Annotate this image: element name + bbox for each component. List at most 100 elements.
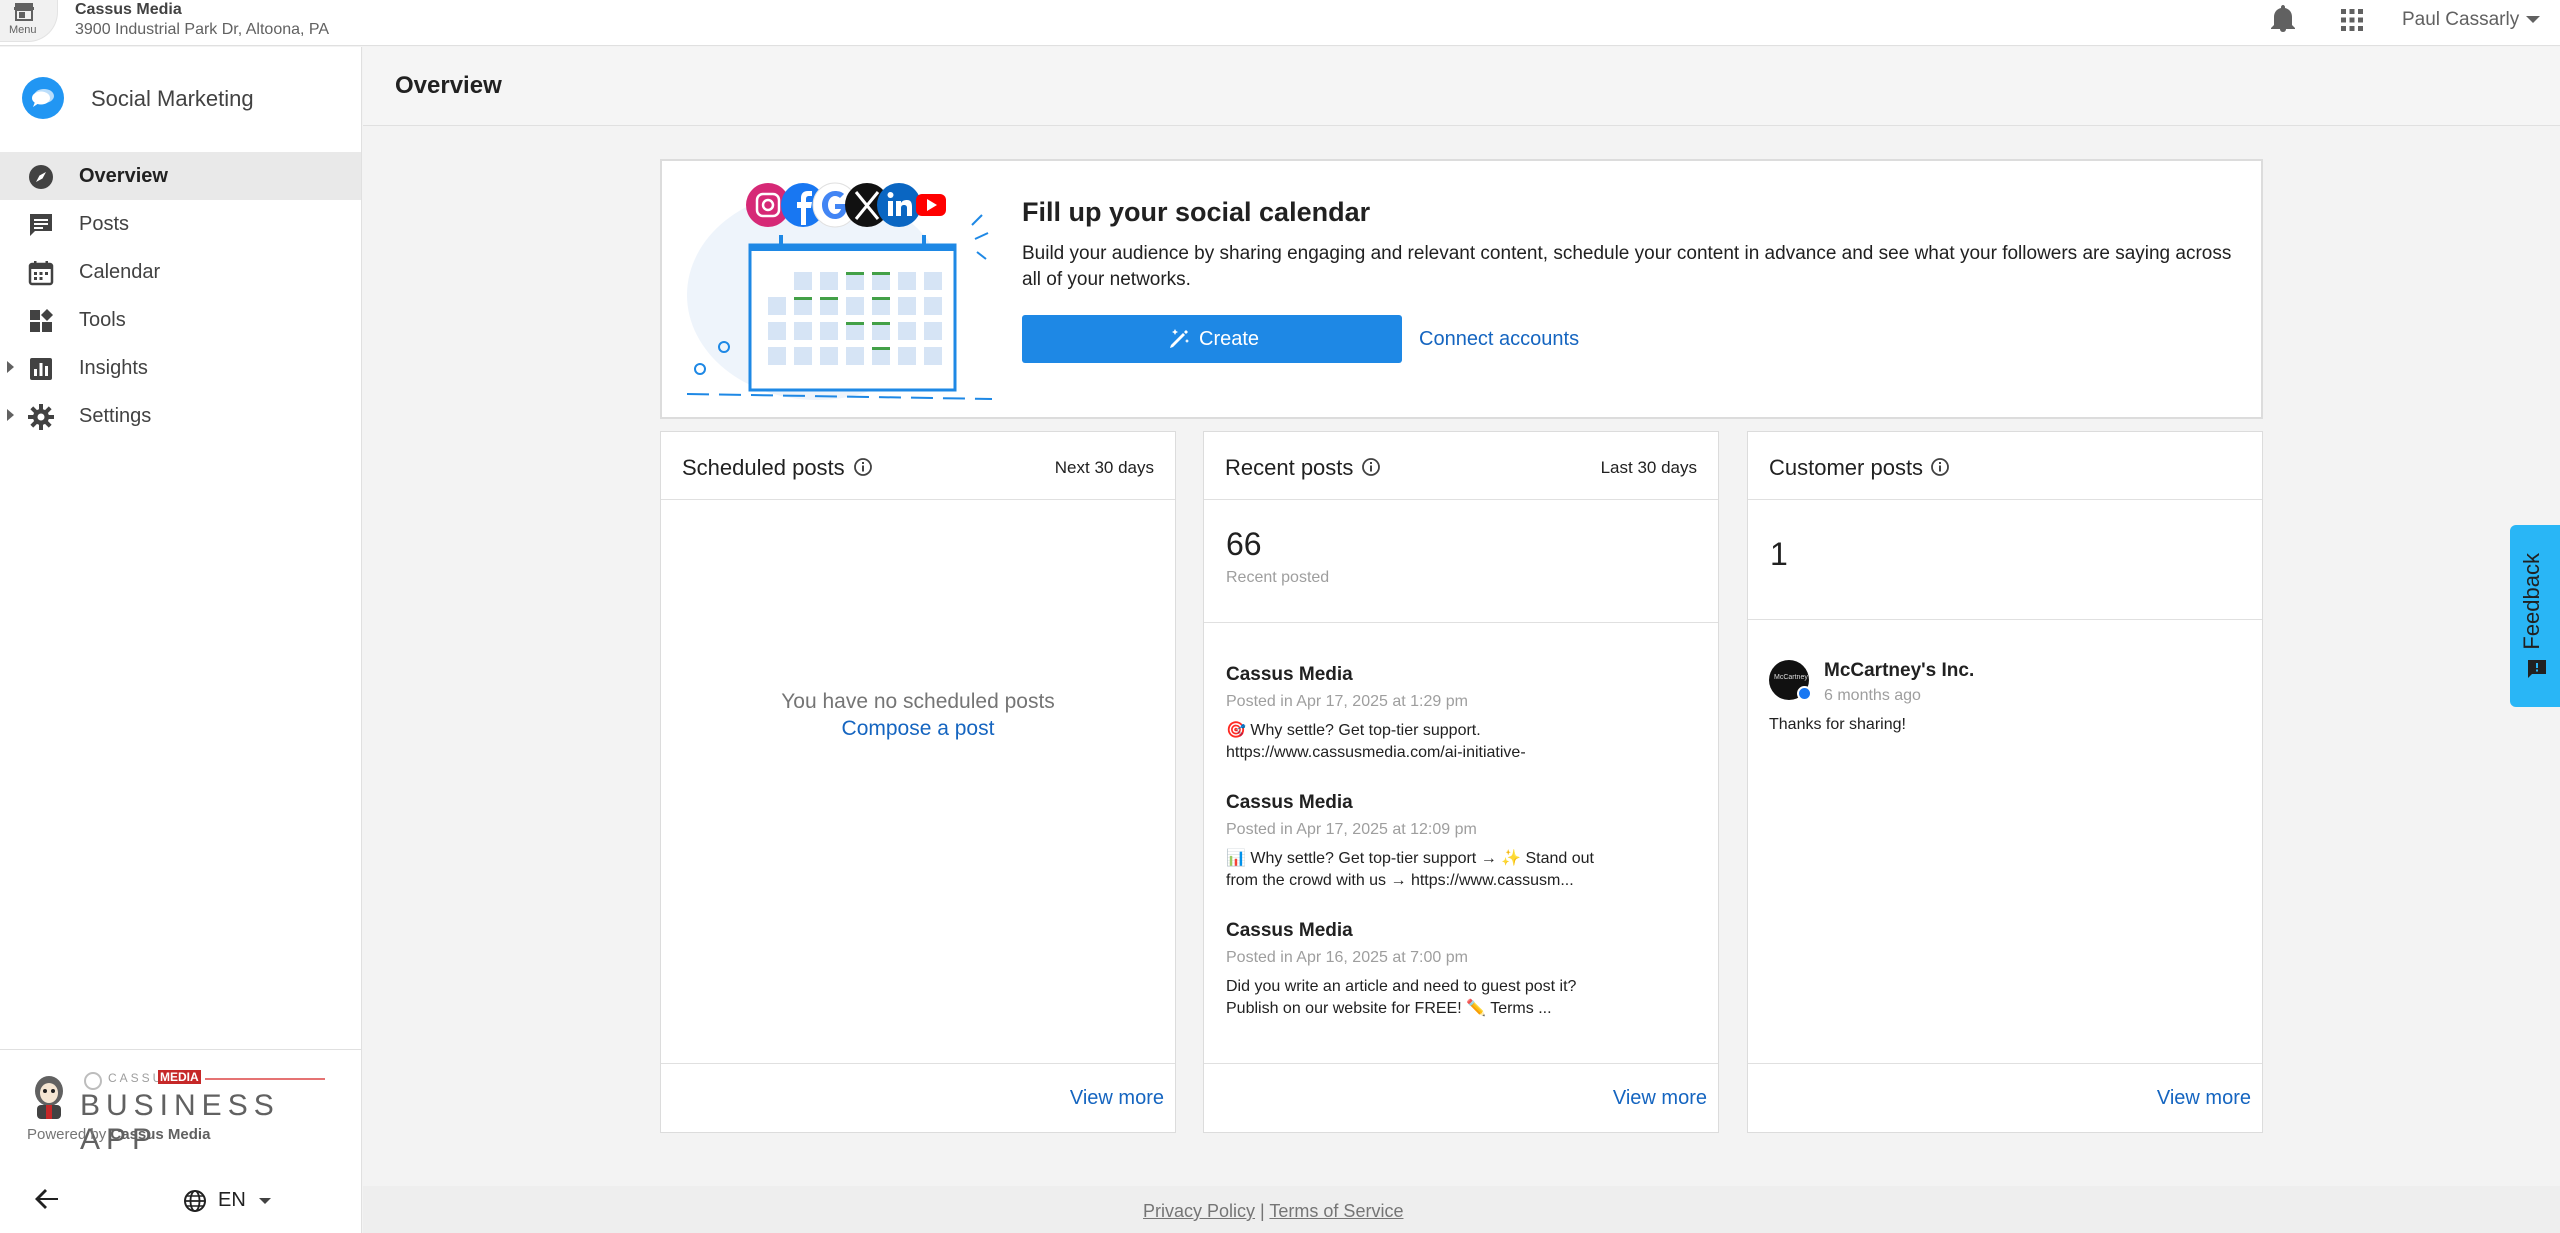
post-author: Cassus Media (1226, 792, 1353, 813)
sidebar-item-label: Tools (79, 309, 126, 331)
sidebar: Social Marketing Overview Posts Calendar (0, 47, 362, 1233)
post-text: Did you write an article and need to gue… (1226, 978, 1577, 1017)
avatar: McCartney (1769, 660, 1812, 701)
feedback-icon (2528, 660, 2546, 678)
customer-posts-count: 1 (1770, 536, 1788, 572)
apps-grid-icon[interactable] (2340, 8, 2364, 32)
customer-posts-footer: View more (1748, 1063, 2262, 1132)
user-menu-caret-icon[interactable] (2526, 16, 2540, 23)
customer-posts-header: Customer posts (1748, 432, 2262, 500)
sidebar-item-label: Calendar (79, 261, 161, 283)
scheduled-posts-title: Scheduled posts (682, 455, 845, 480)
scheduled-posts-header: Scheduled posts Next 30 days (661, 432, 1175, 500)
sidebar-item-tools[interactable]: Tools (0, 296, 361, 344)
expand-caret-icon[interactable] (7, 409, 14, 421)
hero-title: Fill up your social calendar (1022, 197, 1371, 227)
recent-posts-range: Last 30 days (1600, 458, 1697, 477)
privacy-policy-link[interactable]: Privacy Policy (1143, 1201, 1255, 1221)
business-address: 3900 Industrial Park Dr, Altoona, PA (75, 21, 330, 38)
expand-caret-icon[interactable] (7, 361, 14, 373)
bar-chart-icon (30, 358, 52, 380)
scheduled-posts-range: Next 30 days (1054, 458, 1154, 477)
view-more-link[interactable]: View more (1613, 1087, 1707, 1110)
post-author: Cassus Media (1226, 664, 1353, 685)
chat-icon (30, 214, 52, 236)
store-icon (14, 3, 34, 21)
customer-post-author: McCartney's Inc. (1824, 660, 1975, 681)
create-button-label: Create (1199, 328, 1260, 350)
user-menu[interactable]: Paul Cassarly (2402, 9, 2519, 31)
sidebar-item-settings[interactable]: Settings (0, 392, 361, 440)
post-text: 📊 Why settle? Get top-tier support → ✨ S… (1226, 850, 1594, 889)
sidebar-item-calendar[interactable]: Calendar (0, 248, 361, 296)
hero-card: Fill up your social calendar Build your … (660, 159, 2263, 419)
sidebar-item-label: Overview (79, 165, 168, 187)
terms-of-service-link[interactable]: Terms of Service (1269, 1201, 1403, 1221)
scheduled-posts-card: Scheduled posts Next 30 days You have no… (660, 431, 1176, 1133)
recent-posts-count: 66 (1226, 526, 1262, 562)
powered-by-name: Cassus Media (110, 1126, 211, 1143)
post-author: Cassus Media (1226, 920, 1353, 941)
brand-business-app-text: BUSINESS APP (80, 1089, 280, 1156)
social-marketing-logo-icon (22, 77, 64, 119)
hero-description: Build your audience by sharing engaging … (1022, 243, 2232, 290)
sidebar-item-label: Posts (79, 213, 130, 235)
language-selector[interactable]: EN (218, 1189, 246, 1212)
view-more-link[interactable]: View more (2157, 1087, 2251, 1110)
bell-icon[interactable] (2270, 4, 2296, 34)
list-item[interactable]: Cassus Media Posted in Apr 17, 2025 at 1… (1226, 664, 1626, 764)
connect-accounts-link[interactable]: Connect accounts (1419, 328, 1579, 351)
widgets-icon (30, 309, 53, 332)
post-meta: Posted in Apr 17, 2025 at 1:29 pm (1226, 693, 1468, 710)
customer-posts-card: Customer posts 1 McCartney McCartney's I… (1747, 431, 2263, 1133)
footer-links: Privacy Policy | Terms of Service (1143, 1201, 1403, 1222)
mascot-logo-icon (35, 1076, 63, 1119)
page-footer: Privacy Policy | Terms of Service (363, 1186, 2560, 1233)
page-header: Overview (363, 47, 2560, 126)
brand-media-text: MEDIA (158, 1070, 201, 1084)
globe-icon[interactable] (183, 1189, 207, 1213)
calendar-icon (28, 261, 54, 286)
powered-by-prefix: Powered by (27, 1126, 107, 1143)
sidebar-item-posts[interactable]: Posts (0, 200, 361, 248)
compass-icon (29, 165, 53, 189)
facebook-badge-icon (1797, 686, 1812, 701)
post-meta: Posted in Apr 16, 2025 at 7:00 pm (1226, 949, 1468, 966)
business-name: Cassus Media (75, 1, 182, 18)
info-icon[interactable] (1930, 457, 1950, 477)
language-caret-icon[interactable] (259, 1198, 271, 1204)
top-bar: Menu Cassus Media 3900 Industrial Park D… (0, 0, 2560, 46)
back-arrow-icon[interactable] (34, 1187, 60, 1211)
menu-button[interactable]: Menu (0, 0, 58, 42)
post-text: 🎯 Why settle? Get top-tier support. http… (1226, 722, 1526, 761)
info-icon[interactable] (1361, 457, 1381, 477)
app-header: Social Marketing (0, 47, 361, 151)
create-button[interactable]: Create (1022, 315, 1402, 363)
menu-label: Menu (9, 24, 37, 36)
brand-line (205, 1078, 325, 1080)
list-item[interactable]: Cassus Media Posted in Apr 17, 2025 at 1… (1226, 792, 1626, 892)
stat-divider (1748, 619, 2262, 620)
recent-posts-footer: View more (1204, 1063, 1718, 1132)
calendar-illustration-icon (686, 182, 993, 400)
gear-icon (28, 404, 54, 430)
page-title: Overview (395, 72, 502, 99)
customer-post-text: Thanks for sharing! (1769, 716, 1906, 733)
customer-post-time: 6 months ago (1824, 687, 1921, 704)
stat-divider (1204, 622, 1718, 623)
brand-ring-icon (84, 1072, 102, 1090)
empty-state-text: You have no scheduled posts (781, 690, 1055, 713)
feedback-label: Feedback (2519, 553, 2544, 650)
sidebar-item-insights[interactable]: Insights (0, 344, 361, 392)
view-more-link[interactable]: View more (1070, 1087, 1164, 1110)
scheduled-posts-footer: View more (661, 1063, 1175, 1132)
list-item[interactable]: Cassus Media Posted in Apr 16, 2025 at 7… (1226, 920, 1626, 1020)
compose-post-link[interactable]: Compose a post (661, 717, 1175, 741)
info-icon[interactable] (853, 457, 873, 477)
sidebar-divider (0, 1049, 361, 1050)
magic-pencil-icon (1170, 329, 1189, 348)
sidebar-item-overview[interactable]: Overview (0, 152, 361, 200)
sidebar-item-label: Settings (79, 405, 152, 427)
recent-posts-count-label: Recent posted (1226, 569, 1330, 586)
sidebar-item-label: Insights (79, 357, 148, 379)
